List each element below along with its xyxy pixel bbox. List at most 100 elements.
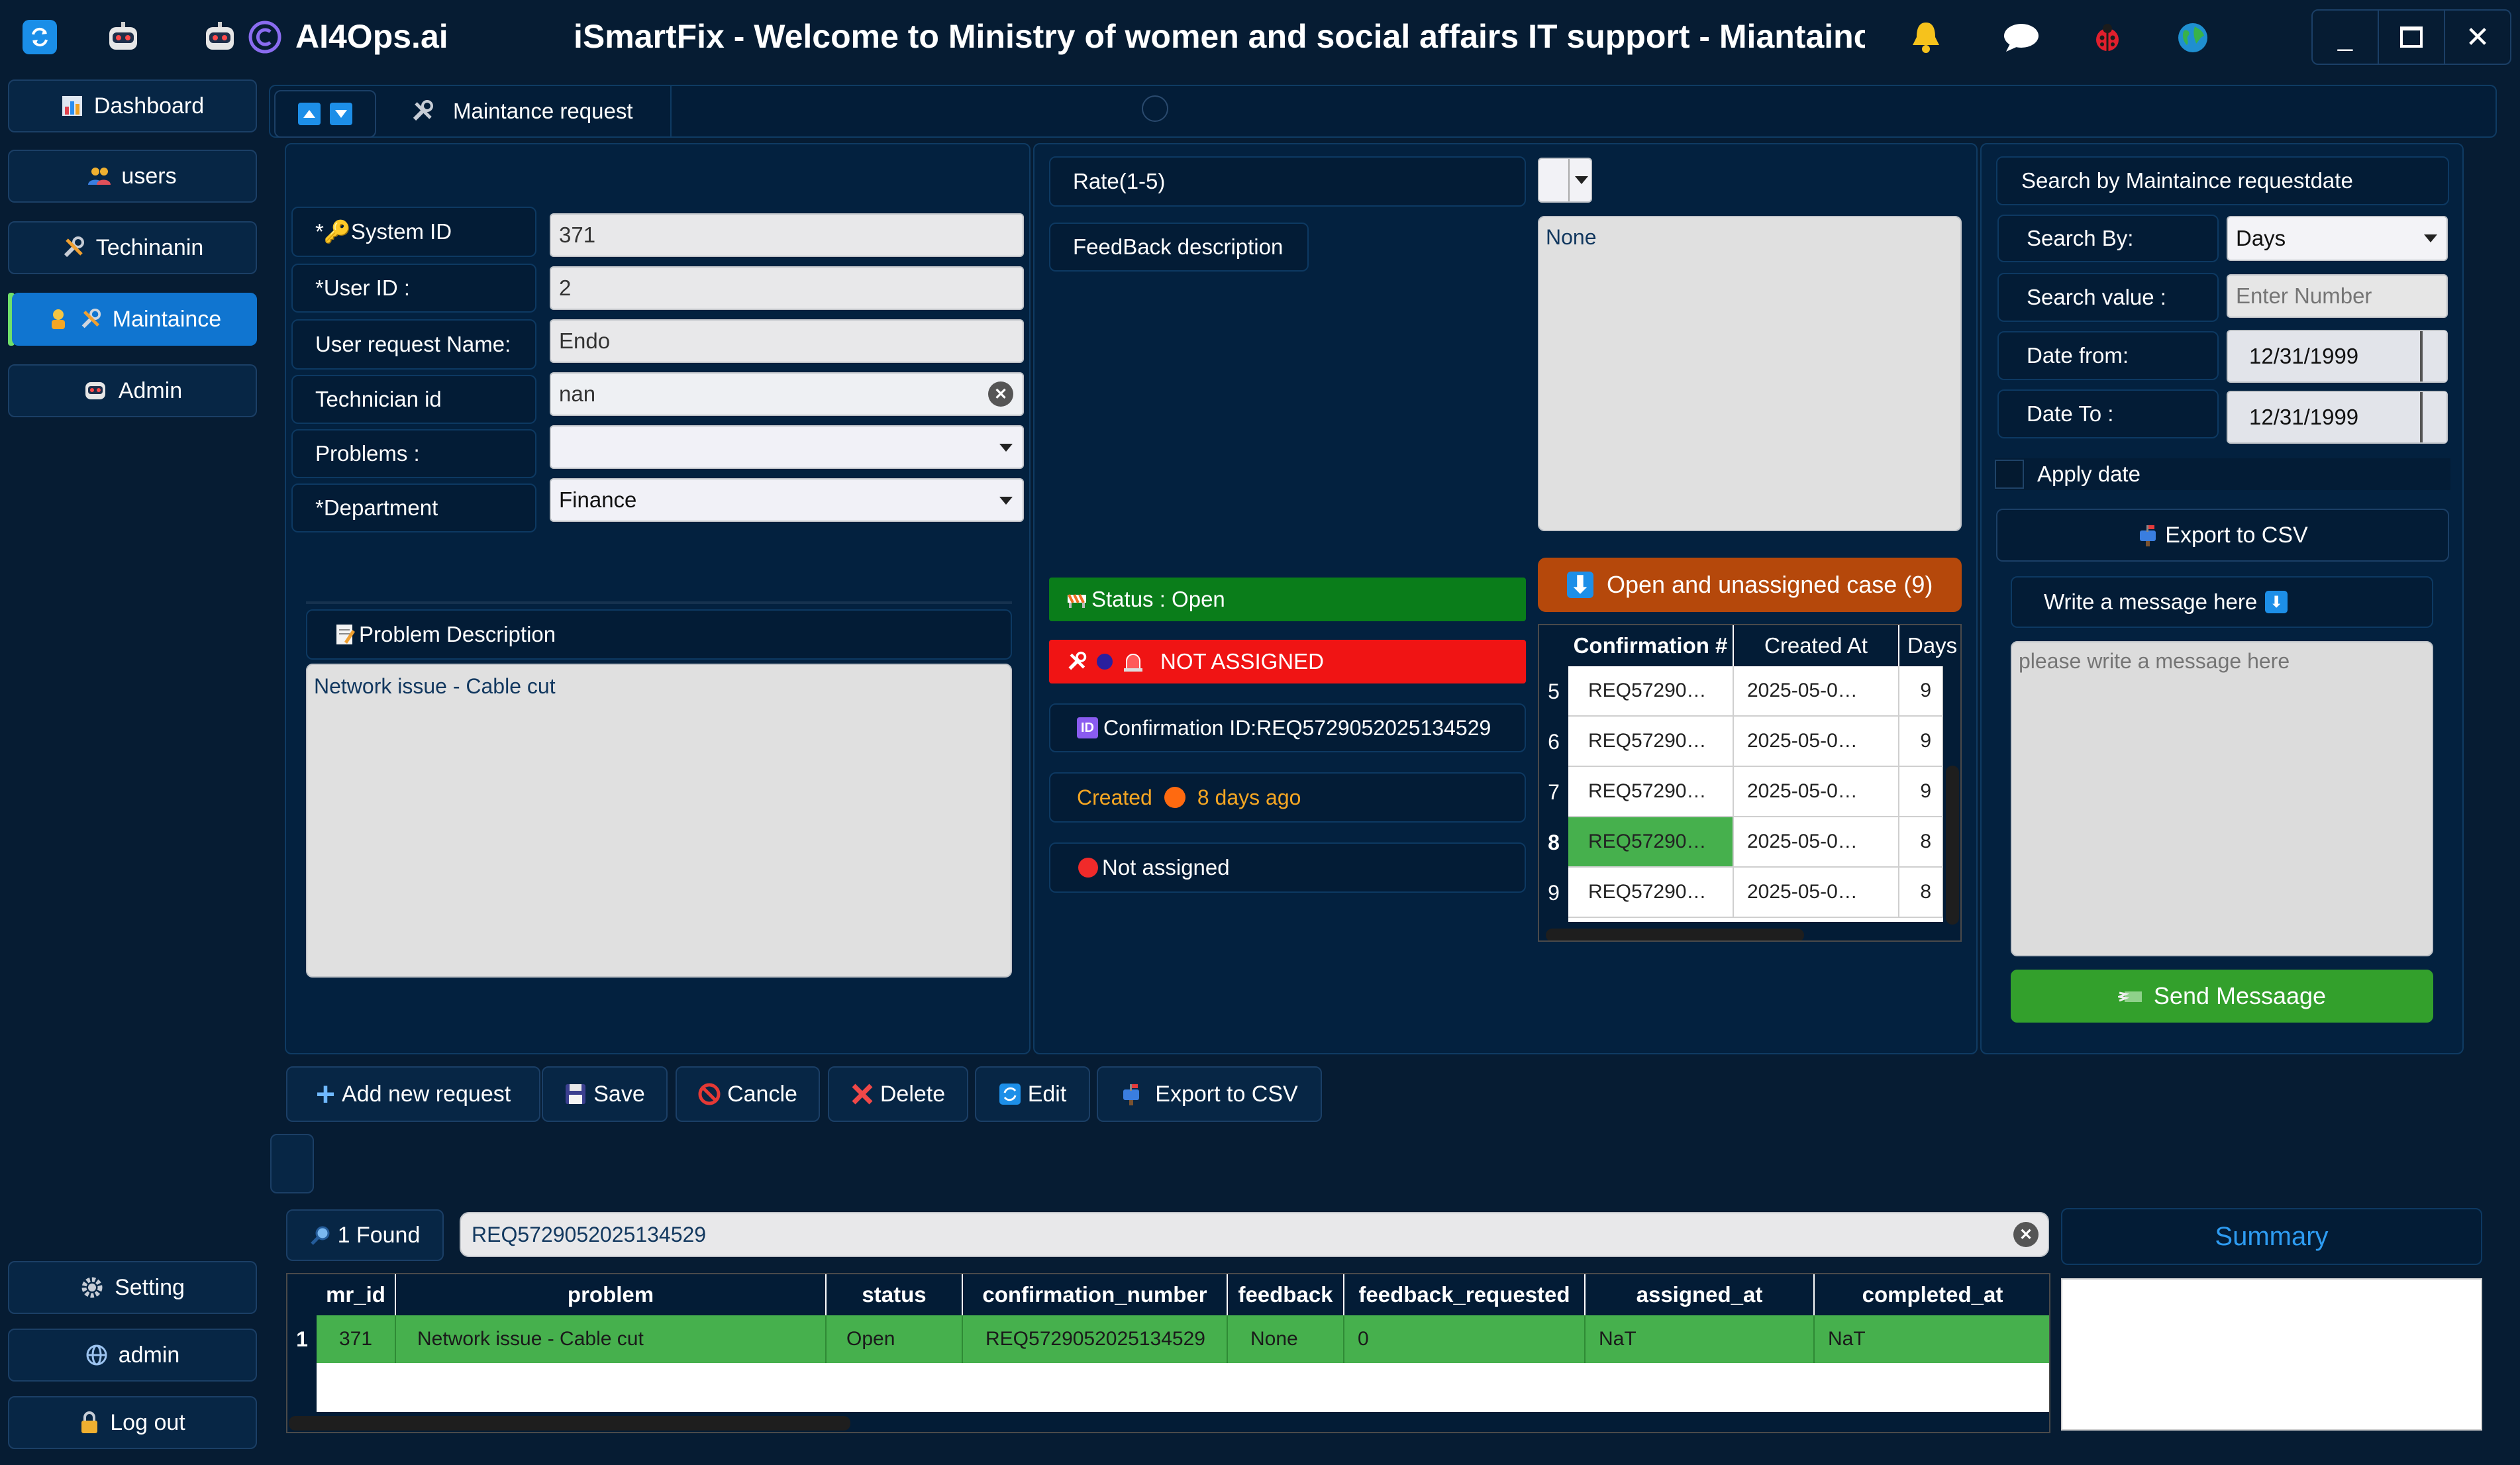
sidebar-item-techinanin[interactable]: Techinanin	[8, 221, 257, 274]
vertical-scrollbar[interactable]	[1943, 666, 1960, 940]
row-index[interactable]: 8	[1539, 817, 1568, 868]
send-message-button[interactable]: Send Messaage	[2011, 970, 2433, 1023]
maximize-button[interactable]	[2379, 11, 2445, 64]
column-header[interactable]: feedback	[1228, 1274, 1344, 1315]
row-index[interactable]: 7	[1539, 767, 1568, 817]
cancel-button[interactable]: Cancle	[676, 1066, 820, 1122]
rate-select[interactable]	[1538, 158, 1592, 203]
user-id-field[interactable]: 2	[550, 266, 1024, 310]
message-textarea[interactable]	[2011, 641, 2433, 956]
confirmation-id-text: Confirmation ID:REQ5729052025134529	[1103, 715, 1491, 740]
column-header[interactable]: feedback_requested	[1344, 1274, 1586, 1315]
clear-icon[interactable]: ✕	[2013, 1222, 2039, 1247]
column-header[interactable]: mr_id	[317, 1274, 396, 1315]
sidebar-item-logout[interactable]: Log out	[8, 1396, 257, 1449]
close-button[interactable]: ✕	[2445, 11, 2510, 64]
open-cases-header[interactable]: ⬇ Open and unassigned case (9)	[1538, 558, 1962, 612]
column-header[interactable]: Created At	[1734, 625, 1899, 666]
table-cell: REQ57290…	[1568, 666, 1734, 715]
department-select[interactable]: Finance	[550, 478, 1024, 522]
ladybug-icon[interactable]	[2090, 21, 2125, 54]
table-row[interactable]: REQ57290… 2025-05-0… 9	[1568, 717, 1943, 767]
date-to-input[interactable]: 12/31/1999	[2227, 391, 2448, 444]
apply-date-checkbox[interactable]	[1995, 460, 2024, 489]
date-to-button[interactable]	[2420, 392, 2446, 442]
row-index[interactable]: 6	[1539, 717, 1568, 767]
user-request-name-field[interactable]: Endo	[550, 319, 1024, 363]
row-index[interactable]: 1	[287, 1315, 317, 1363]
problems-select[interactable]	[550, 425, 1024, 469]
sidebar-item-dashboard[interactable]: Dashboard	[8, 79, 257, 132]
horizontal-scrollbar[interactable]	[1539, 922, 1943, 940]
cross-icon	[852, 1084, 873, 1105]
table-row[interactable]: REQ57290… 2025-05-0… 9	[1568, 666, 1943, 717]
table-row[interactable]: REQ57290… 2025-05-0… 8	[1568, 817, 1943, 868]
clear-icon[interactable]: ✕	[988, 381, 1013, 407]
chevron-down-icon[interactable]	[2423, 232, 2439, 245]
system-id-field[interactable]: 371	[550, 213, 1024, 257]
save-button[interactable]: Save	[542, 1066, 668, 1122]
column-header[interactable]: status	[827, 1274, 963, 1315]
chevron-down-icon[interactable]	[996, 440, 1016, 456]
column-header[interactable]: Days	[1899, 625, 1960, 666]
empty-toolbar-slot	[270, 1134, 314, 1193]
date-from-button[interactable]	[2420, 331, 2446, 381]
table-row[interactable]: REQ57290… 2025-05-0… 8	[1568, 868, 1943, 918]
message-label-text: Write a message here	[2044, 589, 2258, 614]
technician-id-field[interactable]: nan	[550, 372, 1024, 416]
sidebar-item-maintaince[interactable]: Maintaince	[12, 293, 257, 346]
search-value-input[interactable]	[2227, 274, 2448, 318]
column-header[interactable]: assigned_at	[1586, 1274, 1815, 1315]
table-cell: 2025-05-0…	[1734, 717, 1899, 766]
chevron-down-icon[interactable]	[996, 493, 1016, 509]
column-header[interactable]: Confirmation #	[1568, 625, 1734, 666]
problems-label: Problems :	[291, 429, 536, 478]
scrollbar-thumb[interactable]	[289, 1416, 850, 1431]
minimize-button[interactable]: _	[2313, 11, 2379, 64]
column-header[interactable]: problem	[396, 1274, 827, 1315]
results-search-input[interactable]: REQ5729052025134529	[460, 1212, 2049, 1257]
export-button[interactable]: Export to CSV	[1097, 1066, 1322, 1122]
edit-button[interactable]: Edit	[975, 1066, 1090, 1122]
user-request-name-label: User request Name:	[291, 319, 536, 370]
column-header[interactable]: confirmation_number	[963, 1274, 1228, 1315]
problem-description-textarea[interactable]: Network issue - Cable cut	[306, 664, 1012, 978]
dot-icon	[1097, 654, 1113, 670]
export-csv-button[interactable]: Export to CSV	[1996, 509, 2449, 562]
table-row[interactable]: REQ57290… 2025-05-0… 9	[1568, 767, 1943, 817]
scrollbar-thumb[interactable]	[1546, 929, 1804, 940]
window-controls: _ ✕	[2311, 9, 2511, 65]
sidebar-item-setting[interactable]: Setting	[8, 1261, 257, 1314]
sidebar-item-users[interactable]: users	[8, 150, 257, 203]
robot-icon[interactable]	[105, 20, 142, 54]
row-index[interactable]: 9	[1539, 868, 1568, 918]
add-request-button[interactable]: + Add new request	[286, 1066, 540, 1122]
bell-icon[interactable]	[1907, 19, 1944, 56]
sidebar-item-label: Setting	[115, 1274, 185, 1300]
sidebar-item-label: Techinanin	[95, 234, 204, 260]
search-by-select[interactable]: Days	[2227, 216, 2448, 261]
scroll-down-icon[interactable]	[330, 103, 352, 125]
status-bar: Status : Open	[1049, 578, 1526, 621]
scrollbar-thumb[interactable]	[1946, 766, 1959, 925]
problem-description-header: Problem Description	[306, 609, 1012, 660]
delete-button[interactable]: Delete	[828, 1066, 968, 1122]
apply-date-row[interactable]: Apply date	[1995, 458, 2450, 490]
table-cell: NaT	[1586, 1315, 1815, 1363]
column-header[interactable]: completed_at	[1815, 1274, 2049, 1315]
table-row[interactable]: 371 Network issue - Cable cut Open REQ57290…	[317, 1315, 2049, 1363]
sidebar-item-admin-user[interactable]: admin	[8, 1329, 257, 1382]
scroll-up-icon[interactable]	[298, 103, 321, 125]
open-cases-title: Open and unassigned case (9)	[1607, 571, 1933, 598]
tab-maintance-request[interactable]: Maintance request	[380, 85, 672, 138]
horizontal-scrollbar[interactable]	[287, 1412, 2049, 1432]
chat-icon[interactable]	[2001, 20, 2041, 54]
row-index[interactable]: 5	[1539, 666, 1568, 717]
feedback-description-textarea[interactable]: None	[1538, 216, 1962, 531]
date-from-input[interactable]: 12/31/1999	[2227, 330, 2448, 383]
refresh-icon[interactable]	[23, 20, 57, 54]
globe-icon[interactable]	[2175, 20, 2211, 56]
table-cell: 9	[1899, 666, 1943, 715]
sidebar-item-admin[interactable]: Admin	[8, 364, 257, 417]
copyright-icon	[246, 19, 283, 56]
